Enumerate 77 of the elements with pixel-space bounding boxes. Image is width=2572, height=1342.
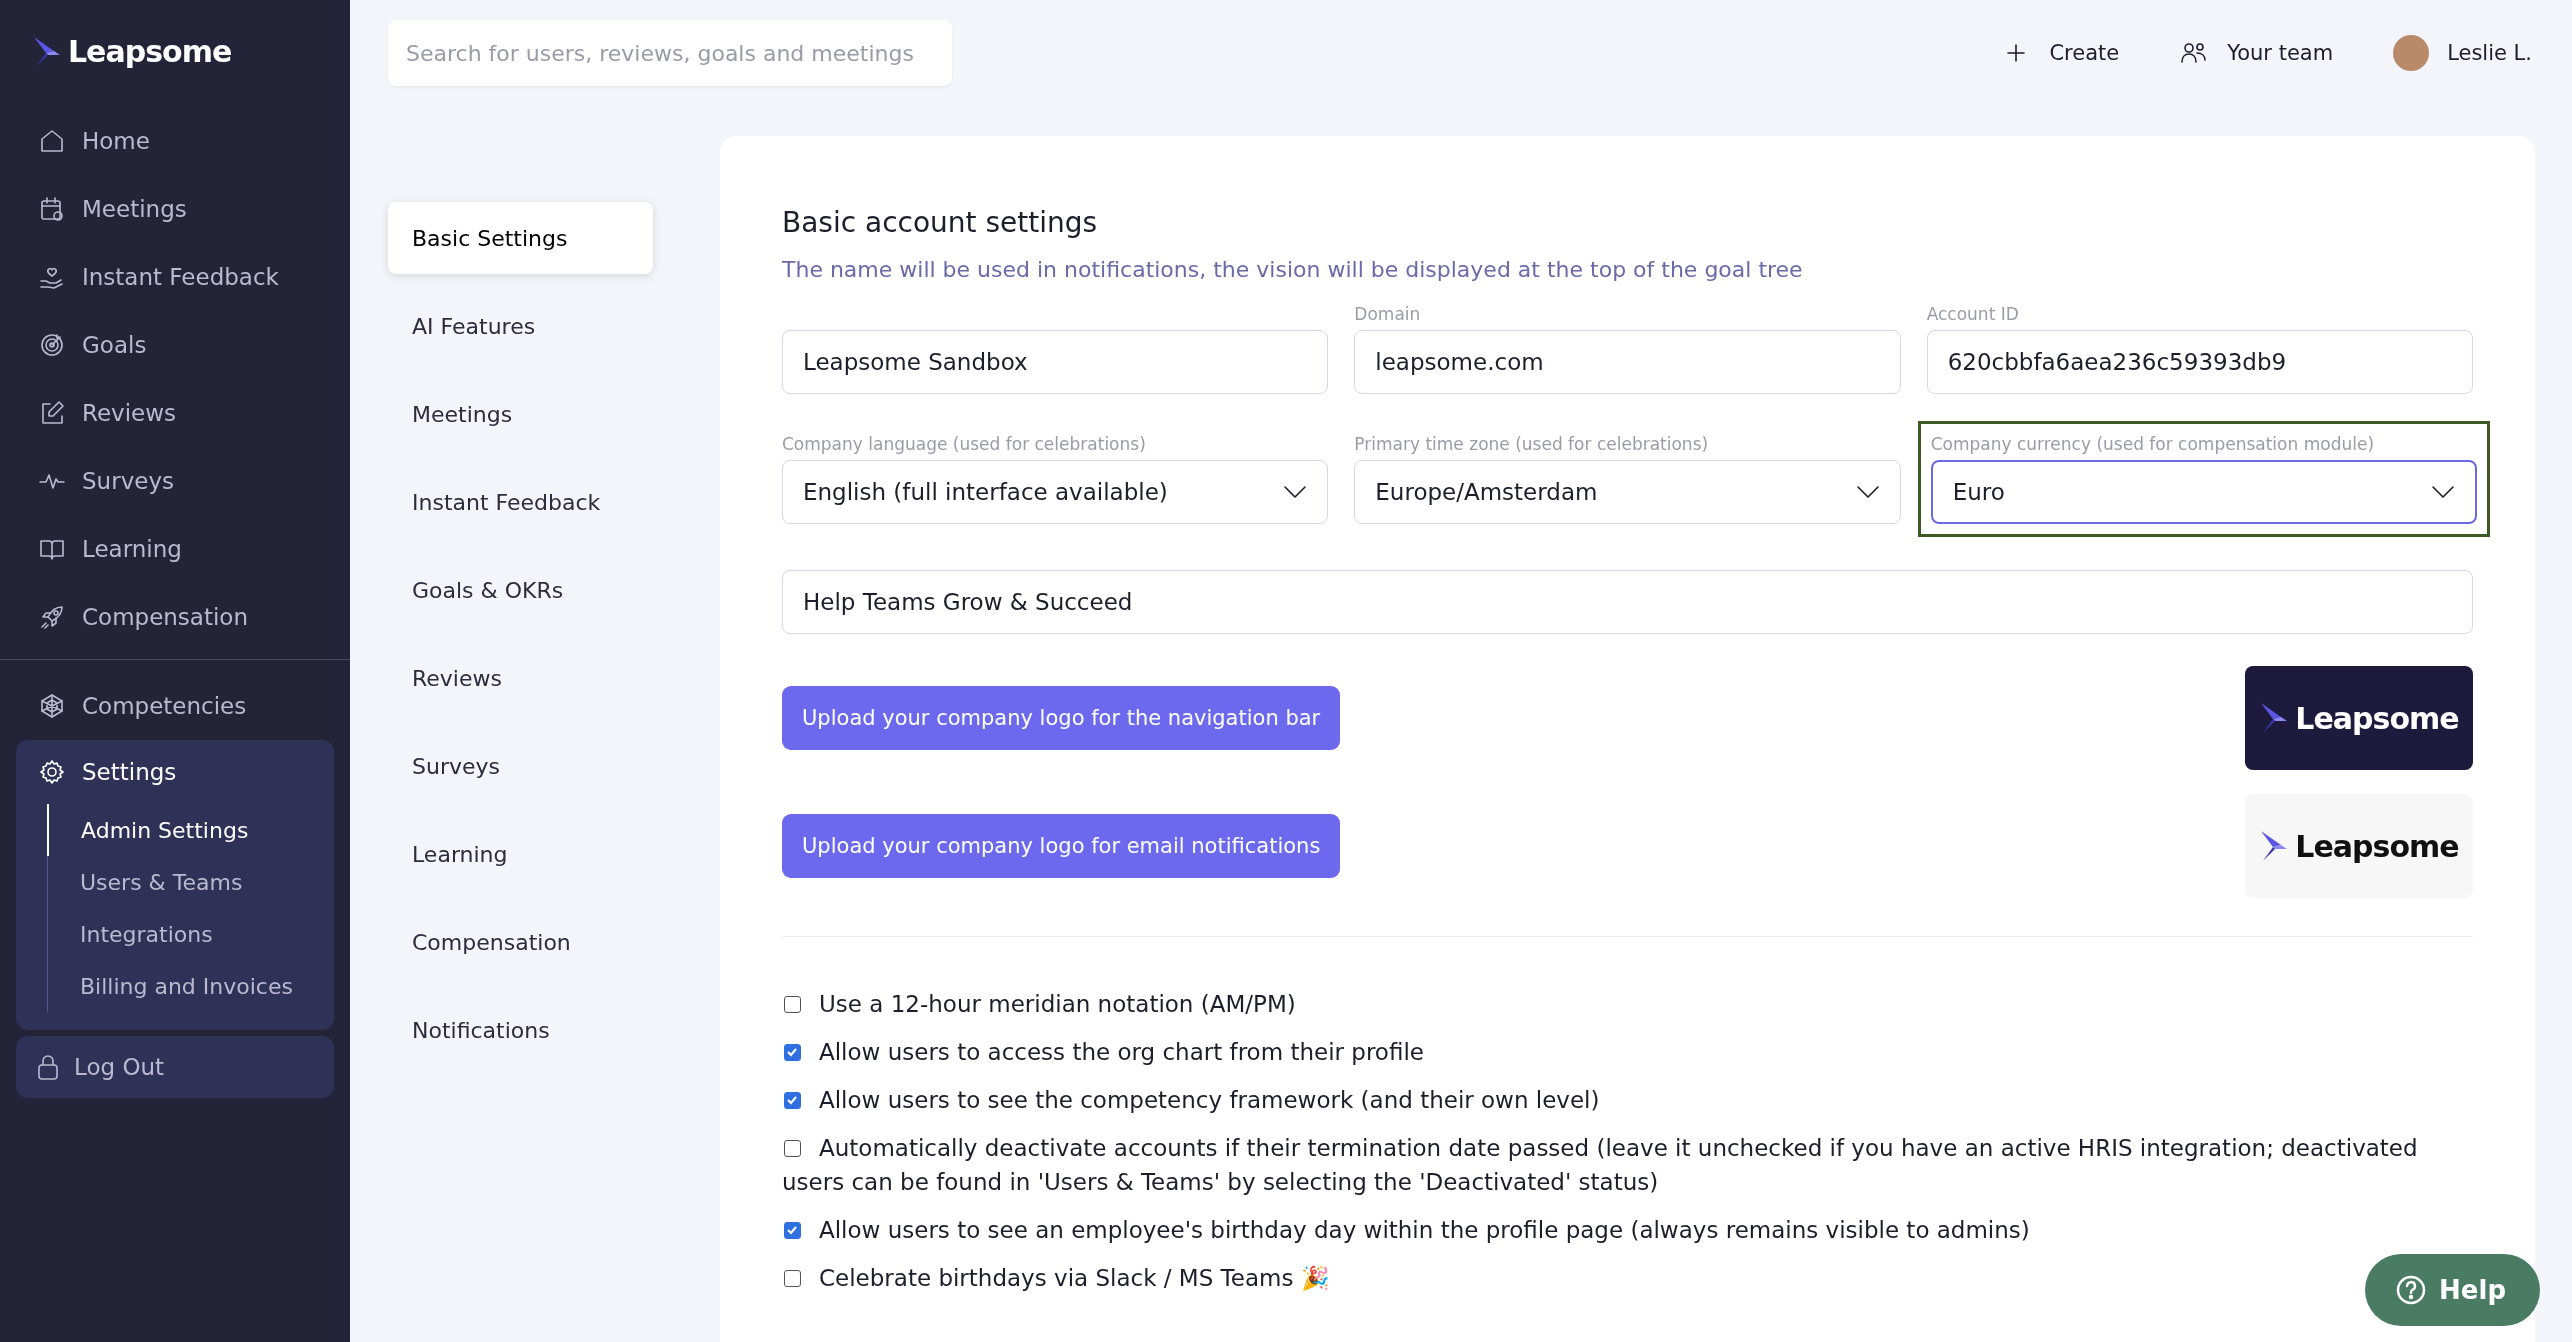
checkbox[interactable] bbox=[784, 1140, 801, 1157]
sidebar-item[interactable]: Compensation bbox=[16, 583, 334, 651]
sidebar-item[interactable]: Home bbox=[16, 107, 334, 175]
settings-nav-item[interactable]: Learning bbox=[388, 818, 653, 890]
sidebar-item[interactable]: Settings bbox=[16, 740, 334, 804]
select-field[interactable]: Europe/Amsterdam bbox=[1354, 460, 1901, 524]
checkbox[interactable] bbox=[784, 1092, 801, 1109]
your-team-button[interactable]: Your team bbox=[2179, 38, 2334, 68]
web-icon bbox=[38, 692, 66, 720]
logo-text: Leapsome bbox=[2295, 828, 2459, 864]
rocket-icon bbox=[38, 603, 66, 631]
bird-logo-icon bbox=[32, 34, 62, 69]
settings-icon bbox=[38, 758, 66, 786]
checkbox[interactable] bbox=[784, 996, 801, 1013]
section-description: The name will be used in notifications, the vision will be displayed at the top of the goal tree bbox=[782, 257, 1804, 282]
sidebar-subitem[interactable]: Integrations bbox=[48, 908, 334, 960]
checkbox-label: Allow users to see an employee's birthday day within the profile page (always remains visible to admins) bbox=[782, 1213, 2030, 1247]
avatar bbox=[2393, 35, 2430, 71]
field-label: Company currency (used for compensation module) bbox=[1930, 434, 2376, 454]
checkbox-label: Use a 12-hour meridian notation (AM/PM) bbox=[782, 987, 1296, 1021]
settings-nav-item[interactable]: AI Features bbox=[388, 290, 653, 362]
input-field[interactable]: 620cbbfa6aea236c59393db9 bbox=[1926, 330, 2473, 394]
help-button[interactable]: Help bbox=[2365, 1254, 2540, 1326]
chevron-down-icon bbox=[2431, 485, 2455, 499]
checkbox[interactable] bbox=[784, 1270, 801, 1287]
checkbox[interactable] bbox=[784, 1044, 801, 1061]
select-field[interactable]: English (full interface available) bbox=[782, 460, 1329, 524]
check-icon bbox=[786, 1094, 798, 1106]
input-field[interactable]: Help Teams Grow & Succeed bbox=[782, 570, 2473, 634]
settings-nav-item[interactable]: Notifications bbox=[388, 994, 653, 1066]
settings-nav-item[interactable]: Reviews bbox=[388, 642, 653, 714]
field-label: Primary time zone (used for celebrations) bbox=[1354, 434, 1710, 454]
checkbox[interactable] bbox=[784, 1222, 801, 1239]
upload-button[interactable]: Upload your company logo for the navigation bar bbox=[782, 686, 1341, 750]
logo-text: Leapsome bbox=[2295, 700, 2459, 736]
target-icon bbox=[38, 331, 66, 359]
field-label: Account ID bbox=[1926, 304, 2020, 324]
search-field[interactable]: Search for users, reviews, goals and meetings bbox=[388, 20, 952, 86]
checkbox-label: Allow users to access the org chart from their profile bbox=[782, 1035, 1424, 1069]
sidebar-item[interactable]: Instant Feedback bbox=[16, 243, 334, 311]
calendar-icon bbox=[38, 195, 66, 223]
upload-button[interactable]: Upload your company logo for email notifications bbox=[782, 814, 1341, 878]
brand-name: Leapsome bbox=[68, 34, 232, 69]
input-field[interactable]: Leapsome Sandbox bbox=[782, 330, 1329, 394]
sidebar-subitem[interactable]: Users & Teams bbox=[48, 856, 334, 908]
sidebar-item[interactable]: Surveys bbox=[16, 447, 334, 515]
check-icon bbox=[786, 1046, 798, 1058]
chevron-down-icon bbox=[1283, 485, 1308, 499]
check-icon bbox=[786, 1224, 798, 1236]
section-title: Basic account settings bbox=[782, 206, 1099, 239]
sidebar-subitem[interactable]: Billing and Invoices bbox=[48, 960, 334, 1012]
settings-nav-item[interactable]: Basic Settings bbox=[388, 202, 653, 274]
input-field[interactable]: leapsome.com bbox=[1354, 330, 1901, 394]
settings-nav-item[interactable]: Goals & OKRs bbox=[388, 554, 653, 626]
question-icon bbox=[2395, 1274, 2428, 1306]
checkbox-label: Celebrate birthdays via Slack / MS Teams 🎉 bbox=[782, 1261, 1330, 1295]
logout-button[interactable]: Log Out bbox=[16, 1036, 334, 1098]
user-menu[interactable]: Leslie L. bbox=[2393, 35, 2532, 71]
home-icon bbox=[38, 127, 66, 155]
checkbox-label: Automatically deactivate accounts if their termination date passed (leave it unchecked if you have an active HRIS integration; deactivated users can be found in 'Users & Teams' by selecting the 'Deactivated' status) bbox=[782, 1134, 2419, 1197]
create-button[interactable]: Create bbox=[2001, 38, 2120, 68]
sidebar-subitem[interactable]: Admin Settings bbox=[47, 804, 334, 856]
lock-icon bbox=[36, 1053, 60, 1081]
settings-nav-item[interactable]: Meetings bbox=[388, 378, 653, 450]
chevron-down-icon bbox=[1855, 485, 1880, 499]
field-label: Company language (used for celebrations) bbox=[782, 434, 1147, 454]
settings-nav-item[interactable]: Compensation bbox=[388, 906, 653, 978]
select-field[interactable]: Euro bbox=[1930, 460, 2477, 524]
field-label: Domain bbox=[1354, 304, 1422, 324]
sidebar-item[interactable]: Goals bbox=[16, 311, 334, 379]
sidebar-item[interactable]: Reviews bbox=[16, 379, 334, 447]
settings-nav-item[interactable]: Surveys bbox=[388, 730, 653, 802]
sidebar-item[interactable]: Competencies bbox=[16, 672, 334, 740]
settings-nav-item[interactable]: Instant Feedback bbox=[388, 466, 653, 538]
checkbox-label: Allow users to see the competency framework (and their own level) bbox=[782, 1083, 1600, 1117]
sidebar-item[interactable]: Meetings bbox=[16, 175, 334, 243]
sidebar-item[interactable]: Learning bbox=[16, 515, 334, 583]
